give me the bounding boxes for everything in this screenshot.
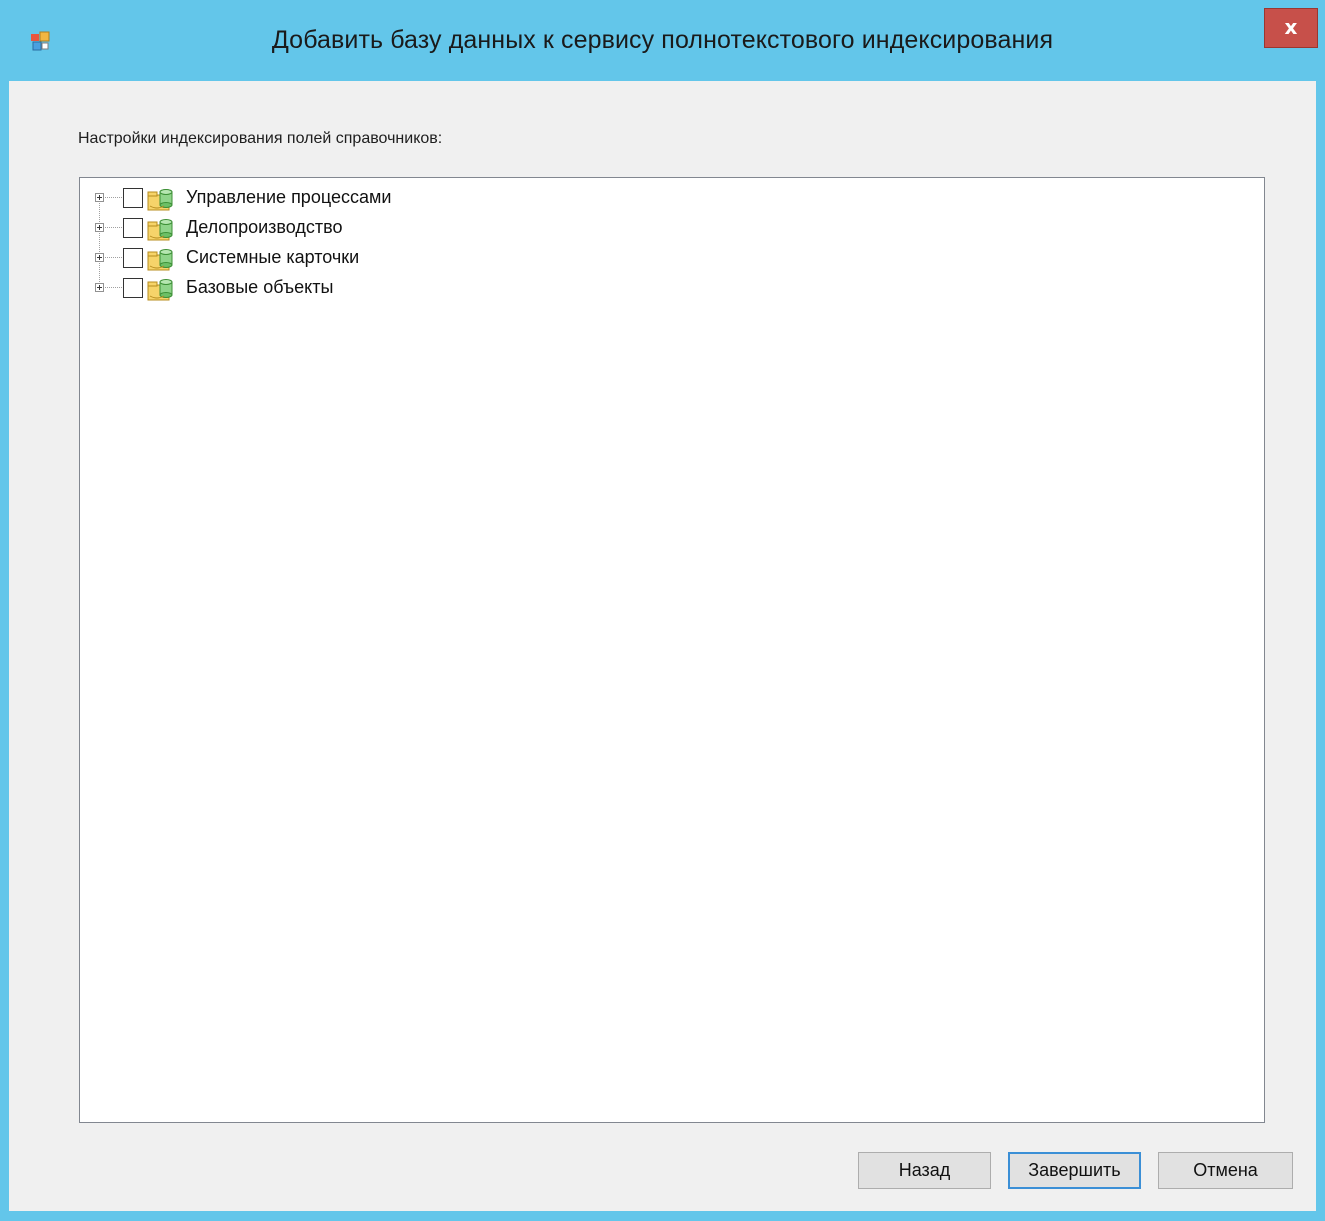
back-button[interactable]: Назад <box>858 1152 991 1189</box>
node-label: Системные карточки <box>186 247 360 267</box>
tree-node[interactable]: Базовые объекты <box>80 274 680 302</box>
node-checkbox[interactable] <box>123 188 143 208</box>
client-area: Настройки индексирования полей справочни… <box>9 81 1316 1211</box>
expand-icon[interactable] <box>95 283 104 292</box>
tree-node[interactable]: Системные карточки <box>80 244 680 272</box>
expand-icon[interactable] <box>95 223 104 232</box>
expand-icon[interactable] <box>95 253 104 262</box>
window-title: Добавить базу данных к сервису полнотекс… <box>271 26 1054 54</box>
tree-node[interactable]: Управление процессами <box>80 184 680 212</box>
tree-view[interactable]: Управление процессами Делопроизводство С… <box>79 177 1265 1123</box>
tree-node[interactable]: Делопроизводство <box>80 214 680 242</box>
node-label: Базовые объекты <box>186 277 334 297</box>
database-folder-icon <box>147 189 173 211</box>
title-bar[interactable]: Добавить базу данных к сервису полнотекс… <box>0 0 1325 80</box>
close-button[interactable]: x <box>1264 8 1318 48</box>
node-checkbox[interactable] <box>123 218 143 238</box>
tree-connector-line <box>105 227 122 228</box>
node-label: Делопроизводство <box>186 217 343 237</box>
node-checkbox[interactable] <box>123 278 143 298</box>
dialog-window: Добавить базу данных к сервису полнотекс… <box>0 0 1325 1221</box>
node-label: Управление процессами <box>186 187 392 207</box>
database-folder-icon <box>147 279 173 301</box>
section-label: Настройки индексирования полей справочни… <box>78 130 443 147</box>
database-folder-icon <box>147 219 173 241</box>
database-folder-icon <box>147 249 173 271</box>
finish-button[interactable]: Завершить <box>1008 1152 1141 1189</box>
tree-connector-line <box>105 287 122 288</box>
cancel-button[interactable]: Отмена <box>1158 1152 1293 1189</box>
tree-connector-line <box>105 197 122 198</box>
expand-icon[interactable] <box>95 193 104 202</box>
tree-connector-line <box>105 257 122 258</box>
node-checkbox[interactable] <box>123 248 143 268</box>
